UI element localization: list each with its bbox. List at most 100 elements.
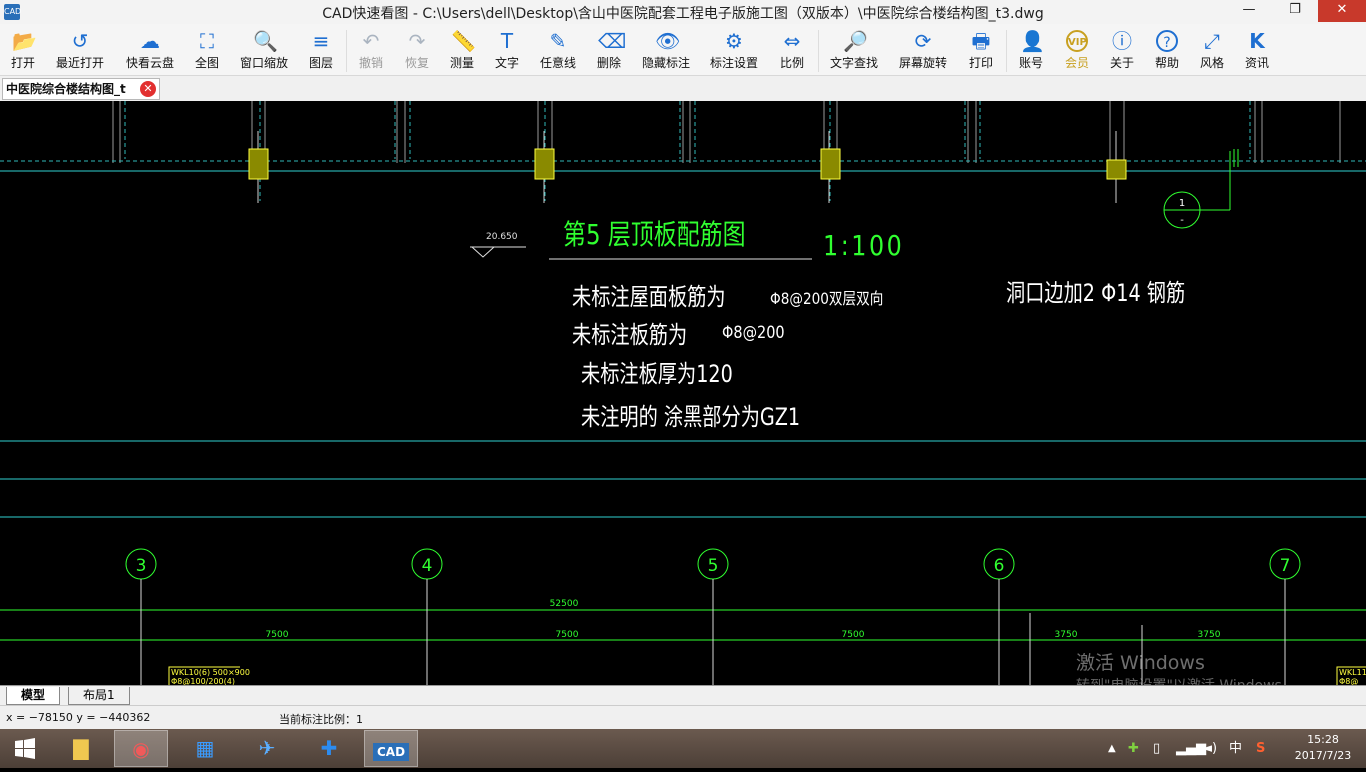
app-button-3[interactable]: ✚ [302,730,356,767]
status-bar: x = −78150 y = −440362 当前标注比例：1 [0,705,1366,729]
help-icon: ? [1156,30,1178,52]
span-dimension-1: 7500 [266,630,289,640]
note-opening: 洞口边加2 Φ14 钢筋 [1006,279,1186,307]
toolbar-separator [1006,30,1007,72]
drawing-title: 第5 层顶板配筋图 [563,218,746,251]
minimize-button[interactable]: — [1226,0,1272,22]
mark-settings-button[interactable]: ⚙ 标注设置 [708,28,760,74]
open-button[interactable]: 📂 打开 [8,28,38,74]
cloud-button[interactable]: ☁ 快看云盘 [124,28,176,74]
span-dimension-2: 7500 [556,630,579,640]
folder-icon: ▇ [73,736,89,760]
activation-watermark-title: 激活 Windows [1076,652,1205,674]
account-button[interactable]: 👤 账号 [1016,28,1046,74]
toolbar-separator [346,30,347,72]
scale-button[interactable]: ⇔ 比例 [777,28,807,74]
axis-label-3: 3 [136,556,147,576]
print-button[interactable]: 🖶 打印 [966,28,996,74]
search-icon: 🔎 [843,29,868,53]
document-tab-bar: 中医院综合楼结构图_t ✕ [0,76,1366,101]
history-icon: ↺ [71,29,89,53]
delete-button[interactable]: ⌫ 删除 [594,28,627,74]
ime-indicator[interactable]: 中 [1229,729,1242,768]
undo-icon: ↶ [362,29,380,53]
rotate-icon: ⟳ [914,29,932,53]
file-explorer-button[interactable]: ▇ [54,730,108,767]
start-button[interactable] [0,730,50,767]
beam-label-1: WKL10(6) 500×900 [171,668,250,677]
system-clock[interactable]: 15:28 2017/7/23 [1288,732,1358,764]
axis-label-7: 7 [1280,556,1291,576]
hide-marks-button[interactable]: 👁 隐藏标注 [640,28,692,74]
tab-model[interactable]: 模型 [6,687,61,705]
document-tab[interactable]: 中医院综合楼结构图_t ✕ [2,78,160,100]
text-button[interactable]: T 文字 [492,28,522,74]
span-dimension-3: 7500 [842,630,865,640]
expand-icon: ⤢ [1204,29,1220,53]
browser-icon: ◉ [132,737,150,761]
close-button[interactable]: ✕ [1318,0,1366,22]
tab-layout1[interactable]: 布局1 [68,687,130,705]
restore-button[interactable]: ❐ [1272,0,1318,22]
beam-label-2b: Φ8@ [1339,677,1358,685]
cloud-icon: ☁ [140,29,160,53]
rotate-button[interactable]: ⟳ 屏幕旋转 [897,28,949,74]
note-slab-rebar: 未标注板筋为 [572,321,688,349]
about-button[interactable]: ⓘ 关于 [1107,28,1137,74]
note-slab-thickness: 未标注板厚为120 [581,360,733,388]
browser-button[interactable]: ◉ [114,730,168,767]
cad-app-button[interactable]: CAD [364,730,418,767]
eraser-icon: ⌫ [598,29,627,53]
elevation-label: 20.650 [486,232,518,242]
windows-logo-icon [15,738,35,759]
freeline-button[interactable]: ✎ 任意线 [538,28,578,74]
window-zoom-button[interactable]: 🔍 窗口缩放 [238,28,290,74]
eye-icon: 👁 [655,29,681,53]
folder-icon: 📂 [12,29,37,53]
scale-icon: ⇔ [783,29,801,53]
close-tab-icon[interactable]: ✕ [140,81,156,97]
battery-icon[interactable]: ▯ [1153,729,1160,768]
ruler-icon: 📏 [451,29,476,53]
sogou-ime-icon[interactable]: S [1256,729,1265,768]
document-tab-label: 中医院综合楼结构图_t [6,82,126,96]
grid-app-icon: ▦ [195,736,215,760]
tray-app-icon[interactable]: ✚ [1128,729,1139,768]
beam-label-2: WKL11( [1339,668,1366,677]
recent-button[interactable]: ↺ 最近打开 [54,28,106,74]
total-dimension: 52500 [550,599,579,609]
help-button[interactable]: ? 帮助 [1152,28,1182,74]
news-button[interactable]: K 资讯 [1242,28,1272,74]
fullview-button[interactable]: ⛶ 全图 [192,28,222,74]
layout-tab-bar: 模型 布局1 [0,685,1366,705]
note-roof-slab: 未标注屋面板筋为 [572,283,726,311]
toolbar-separator [818,30,819,72]
volume-icon[interactable]: ◄) [1202,729,1217,768]
window-title: CAD快速看图 - C:\Users\dell\Desktop\含山中医院配套工… [322,6,1044,22]
vip-icon: VIP [1066,30,1088,52]
app-button-1[interactable]: ▦ [178,730,232,767]
app-button-2[interactable]: ✈ [240,730,294,767]
user-icon: 👤 [1020,29,1045,53]
drawing-canvas[interactable]: 3 4 5 6 7 52500 7500 7500 7500 3750 3750… [0,101,1366,685]
span-dimension-4: 3750 [1055,630,1078,640]
axis-label-6: 6 [994,556,1005,576]
windows-taskbar: ▇ ◉ ▦ ✈ ✚ CAD ▲ ✚ ▯ ▂▄▆ ◄) 中 S 15:28 201… [0,729,1366,768]
info-icon: ⓘ [1112,29,1132,53]
note-roof-slab-value: Φ8@200双层双向 [770,289,884,308]
axis-label-4: 4 [422,556,433,576]
clock-date: 2017/7/23 [1294,749,1352,762]
note-gz1: 未注明的 涂黑部分为GZ1 [581,403,801,431]
cad-app-icon: CAD [372,743,410,761]
undo-button[interactable]: ↶ 撤销 [356,28,386,74]
measure-button[interactable]: 📏 测量 [447,28,477,74]
layers-button[interactable]: ≡ 图层 [306,28,336,74]
cad-drawing: 3 4 5 6 7 52500 7500 7500 7500 3750 3750… [0,101,1366,685]
vip-button[interactable]: VIP 会员 [1062,28,1092,74]
text-search-button[interactable]: 🔎 文字查找 [828,28,880,74]
redo-button[interactable]: ↷ 恢复 [402,28,432,74]
tray-expand-icon[interactable]: ▲ [1108,729,1116,768]
gear-icon: ⚙ [725,29,743,53]
style-button[interactable]: ⤢ 风格 [1197,28,1227,74]
zoom-icon: 🔍 [253,29,278,53]
